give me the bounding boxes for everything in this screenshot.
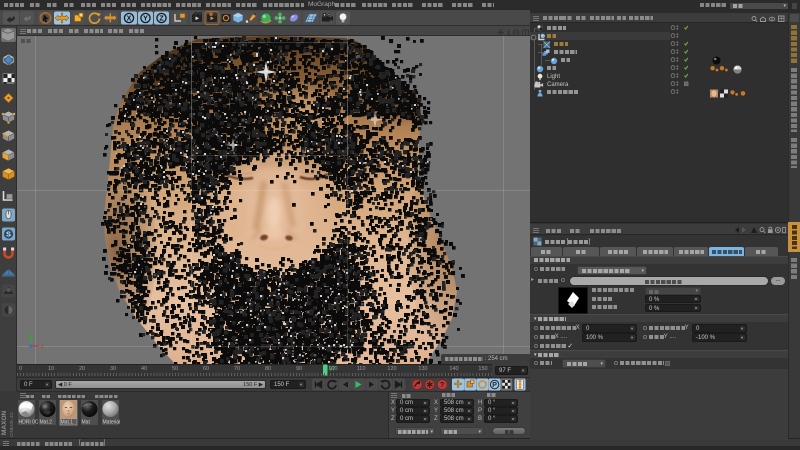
svg-text:Material: Material [103, 420, 121, 426]
svg-text:Y: Y [143, 15, 148, 22]
svg-text:130: 130 [418, 366, 427, 372]
svg-text:P: P [492, 382, 497, 389]
svg-text:?: ? [440, 382, 444, 389]
svg-text:50: 50 [172, 366, 178, 372]
svg-text:120: 120 [387, 366, 396, 372]
svg-text:Z: Z [159, 15, 164, 22]
svg-text:140: 140 [449, 366, 458, 372]
svg-text:X: X [127, 15, 132, 22]
svg-text:20: 20 [79, 366, 85, 372]
svg-text:60: 60 [203, 366, 209, 372]
svg-text:97: 97 [329, 367, 335, 373]
svg-text:90: 90 [296, 366, 302, 372]
svg-text:30: 30 [110, 366, 116, 372]
svg-text:80: 80 [265, 366, 271, 372]
svg-text:150: 150 [478, 366, 487, 372]
svg-text:10: 10 [48, 366, 54, 372]
svg-text:0: 0 [19, 366, 22, 372]
svg-text:110: 110 [357, 366, 366, 372]
svg-text:MAXON: MAXON [1, 411, 8, 436]
svg-text:70: 70 [234, 366, 240, 372]
svg-text:Mat: Mat [82, 420, 91, 426]
svg-text:Mat.1: Mat.1 [61, 420, 74, 426]
svg-text:Mat.2: Mat.2 [40, 420, 53, 426]
svg-text:40: 40 [141, 366, 147, 372]
svg-text:HDRI 0C: HDRI 0C [19, 420, 39, 426]
svg-text:CINEMA 4D: CINEMA 4D [9, 412, 14, 437]
svg-text:S: S [6, 230, 11, 239]
